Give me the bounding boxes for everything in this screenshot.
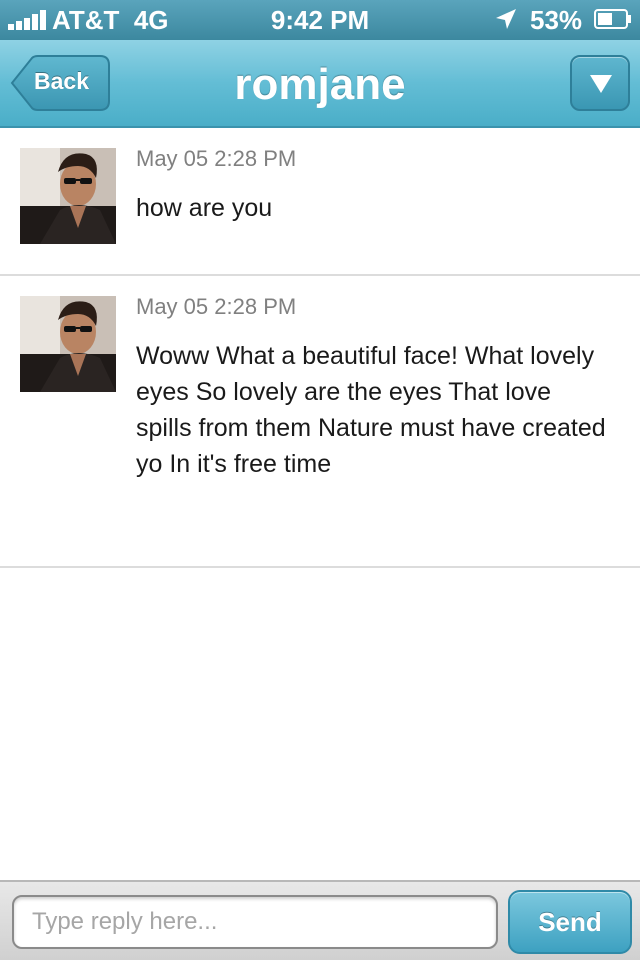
reply-input[interactable] [12,895,498,949]
message-timestamp: May 05 2:28 PM [136,294,297,319]
message-text: Woww What a beautiful face! What lovely … [136,342,606,478]
back-button-label: Back [34,68,89,94]
page-title: romjane [234,60,406,109]
chat-screen: AT&T 4G 9:42 PM 53% Back romjane May 05 … [0,0,640,960]
location-arrow-icon [496,9,516,29]
message-text: how are you [136,194,273,222]
battery-percentage: 53% [530,5,583,35]
navigation-bar: Back romjane [0,40,640,128]
avatar[interactable] [20,148,116,244]
user-avatar-icon [20,148,116,244]
avatar[interactable] [20,296,116,392]
message-list: May 05 2:28 PM how are you May 05 2:28 P… [0,128,640,568]
message-item: May 05 2:28 PM how are you [0,128,640,276]
message-item: May 05 2:28 PM Woww What a beautiful fac… [0,276,640,568]
dropdown-menu-button[interactable] [570,55,630,111]
status-bar: AT&T 4G 9:42 PM 53% [0,0,640,40]
triangle-down-icon [590,75,612,93]
message-timestamp: May 05 2:28 PM [136,146,297,171]
battery-icon [594,9,631,29]
user-avatar-icon [20,296,116,392]
reply-bar: Send [0,880,640,960]
back-button[interactable]: Back [10,55,110,111]
send-button[interactable]: Send [508,890,632,954]
